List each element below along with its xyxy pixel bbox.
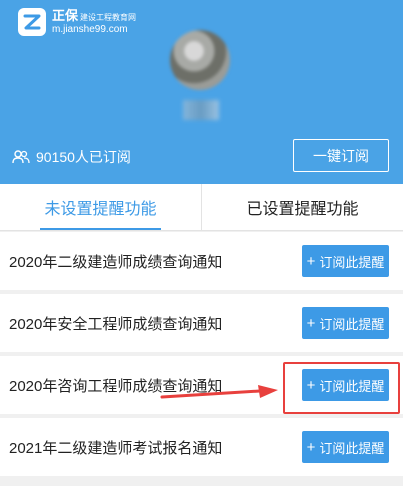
subscriber-count-text: 90150人已订阅 xyxy=(36,149,131,165)
logo-z-icon xyxy=(18,8,46,36)
logo-name: 正保 xyxy=(52,8,79,24)
plus-icon: + xyxy=(306,376,316,394)
list-item-title: 2020年二级建造师成绩查询通知 xyxy=(9,253,223,271)
logo-name-small: 建设工程教育网 xyxy=(80,13,137,23)
header: 正保 建设工程教育网 m.jianshe99.com 90150人已订阅 一键订阅 xyxy=(0,0,403,184)
plus-icon: + xyxy=(306,314,316,332)
list-item: 2020年咨询工程师成绩查询通知 + 订阅此提醒 xyxy=(0,356,403,414)
tab-not-set[interactable]: 未设置提醒功能 xyxy=(0,184,201,230)
list-item: 2021年二级建造师考试报名通知 + 订阅此提醒 xyxy=(0,418,403,476)
logo-url: m.jianshe99.com xyxy=(52,23,128,35)
avatar-username-blurred xyxy=(183,100,219,120)
plus-icon: + xyxy=(306,438,316,456)
one-key-subscribe-button[interactable]: 一键订阅 xyxy=(293,139,389,172)
subscribe-reminder-label: 订阅此提醒 xyxy=(319,254,385,270)
users-icon xyxy=(12,150,30,164)
subscribe-reminder-label: 订阅此提醒 xyxy=(319,440,385,456)
subscribe-reminder-button[interactable]: + 订阅此提醒 xyxy=(302,431,389,463)
reminder-list: 2020年二级建造师成绩查询通知 + 订阅此提醒 2020年安全工程师成绩查询通… xyxy=(0,232,403,480)
list-item-title: 2020年咨询工程师成绩查询通知 xyxy=(9,377,223,395)
list-item: 2020年安全工程师成绩查询通知 + 订阅此提醒 xyxy=(0,294,403,352)
list-item-title: 2020年安全工程师成绩查询通知 xyxy=(9,315,223,333)
subscribe-reminder-label: 订阅此提醒 xyxy=(319,378,385,394)
list-item-title: 2021年二级建造师考试报名通知 xyxy=(9,439,223,457)
subscribe-reminder-button[interactable]: + 订阅此提醒 xyxy=(302,245,389,277)
plus-icon: + xyxy=(306,252,316,270)
list-item: 2020年二级建造师成绩查询通知 + 订阅此提醒 xyxy=(0,232,403,290)
subscriber-count: 90150人已订阅 xyxy=(12,147,131,167)
avatar xyxy=(170,30,230,90)
tab-already-set[interactable]: 已设置提醒功能 xyxy=(201,184,403,230)
tab-bar: 未设置提醒功能 已设置提醒功能 xyxy=(0,184,403,231)
logo: 正保 建设工程教育网 m.jianshe99.com xyxy=(18,8,136,36)
subscribe-reminder-button[interactable]: + 订阅此提醒 xyxy=(302,369,389,401)
subscribe-reminder-label: 订阅此提醒 xyxy=(319,316,385,332)
subscribe-reminder-button[interactable]: + 订阅此提醒 xyxy=(302,307,389,339)
